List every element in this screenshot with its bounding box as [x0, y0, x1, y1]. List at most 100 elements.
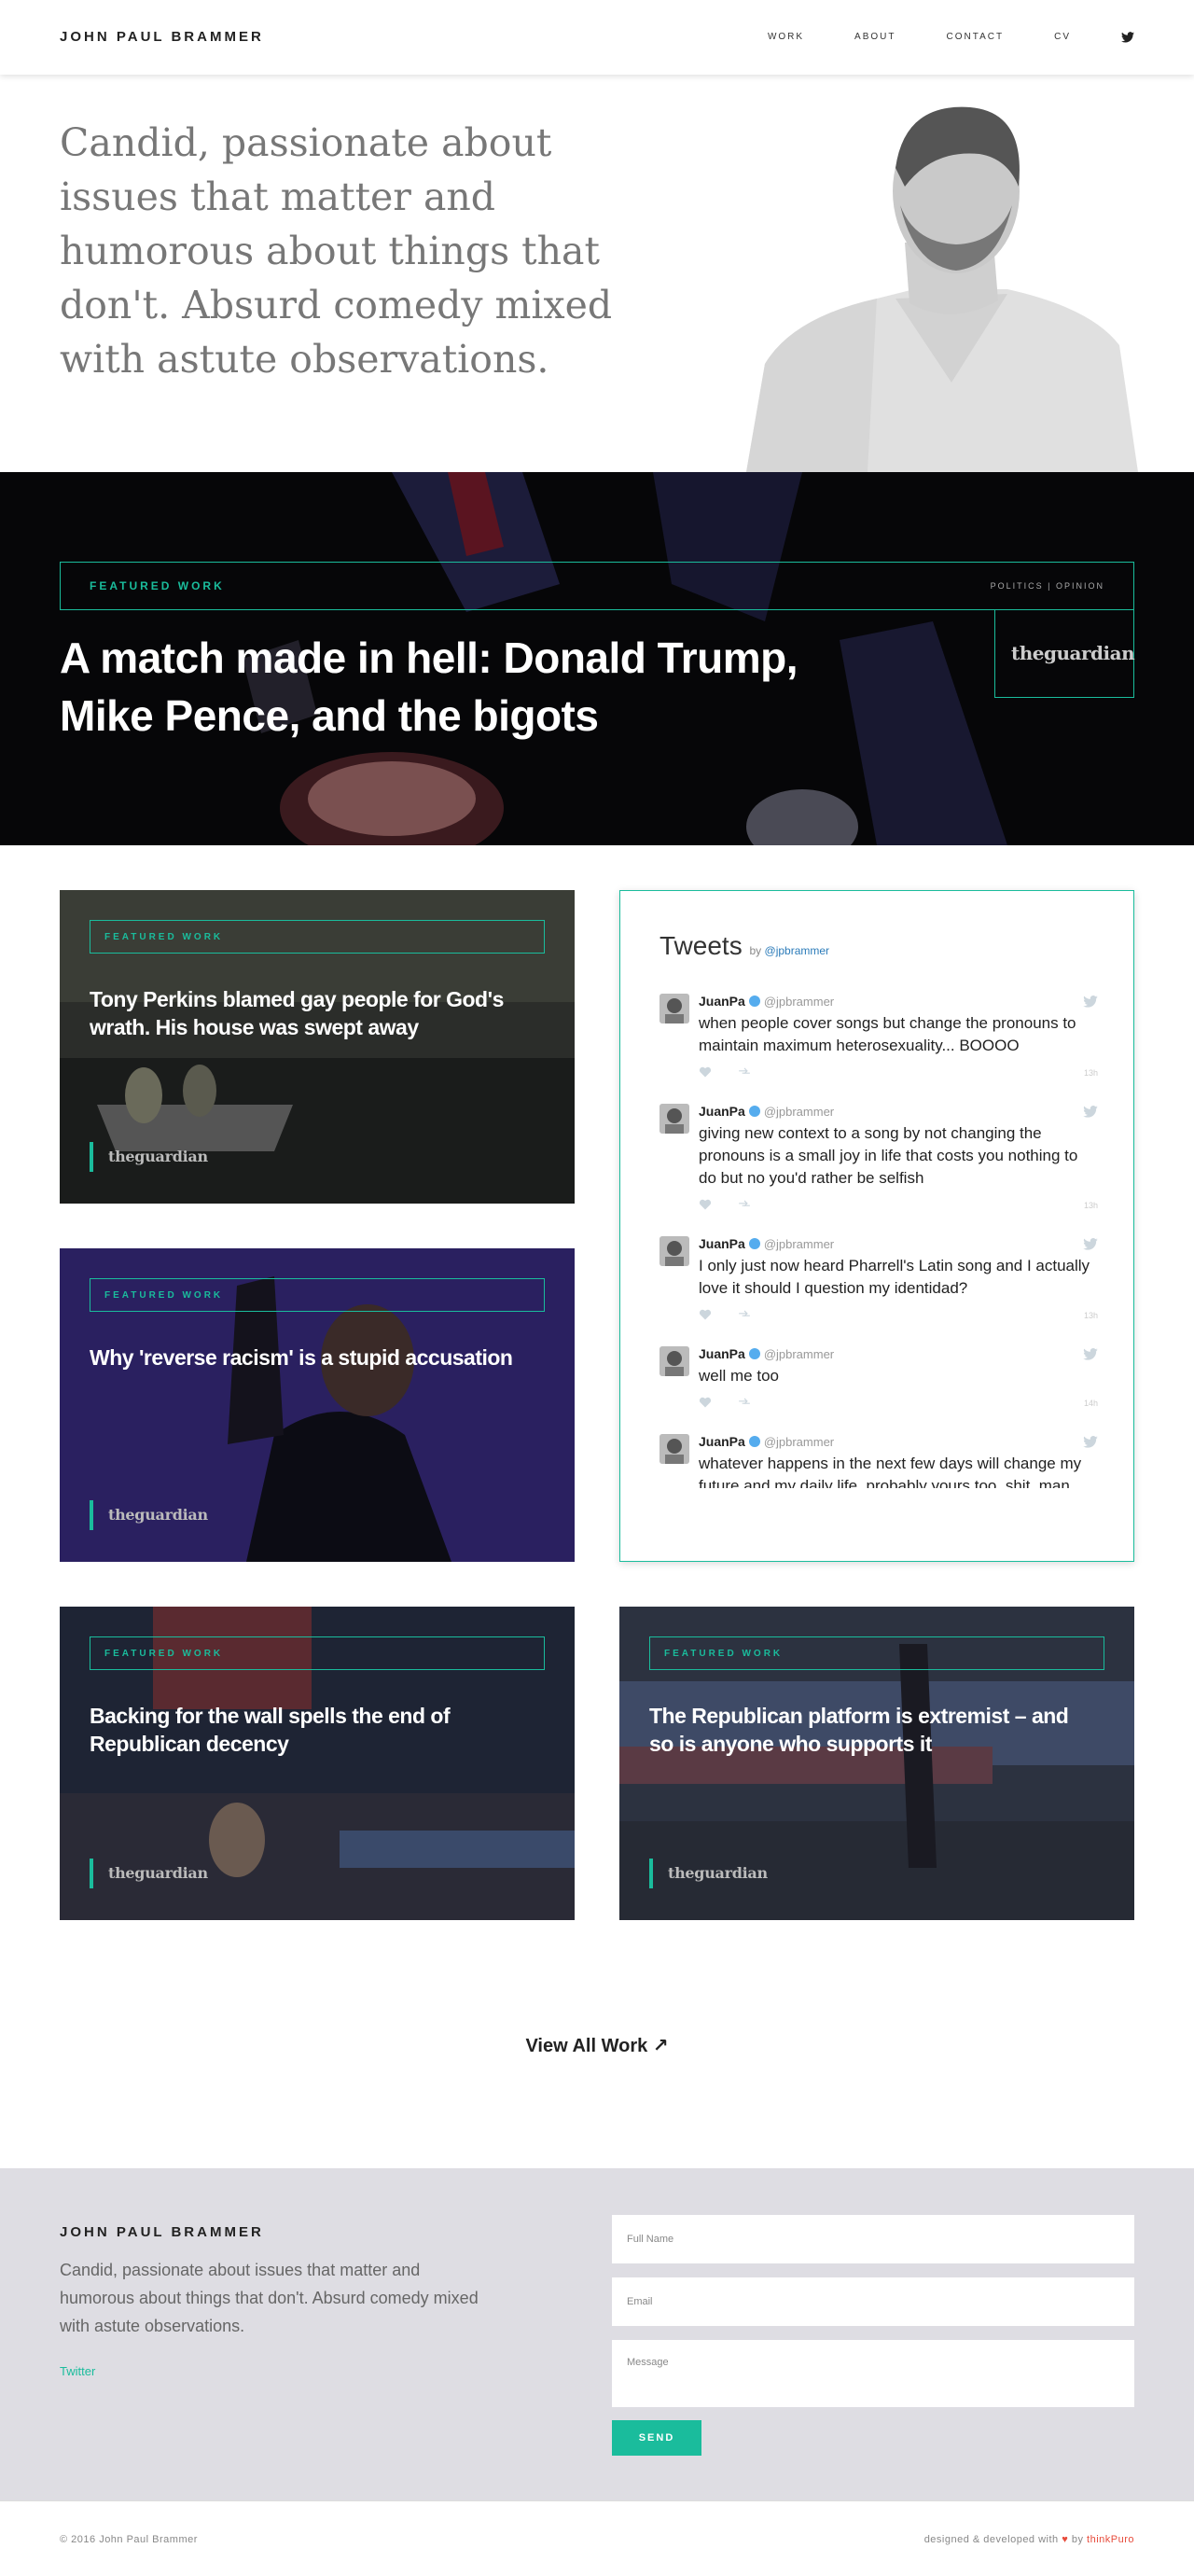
- card-accent-bar: [649, 1859, 653, 1888]
- verified-icon: [748, 1348, 760, 1359]
- card-tag: FEATURED WORK: [104, 1649, 224, 1659]
- twitter-bird-icon[interactable]: [1083, 1348, 1098, 1360]
- avatar[interactable]: [659, 994, 689, 1023]
- like-icon[interactable]: [699, 1397, 712, 1408]
- tweets-header: Tweets by @jpbrammer: [659, 931, 829, 961]
- tweet-handle[interactable]: @jpbrammer: [764, 995, 834, 1009]
- nav-contact[interactable]: CONTACT: [947, 32, 1005, 42]
- nav-about[interactable]: ABOUT: [854, 32, 896, 42]
- verified-icon: [748, 1106, 760, 1117]
- tweet-text: well me too: [699, 1367, 779, 1385]
- share-icon[interactable]: [738, 1397, 751, 1408]
- tweet-handle[interactable]: @jpbrammer: [764, 1237, 834, 1251]
- featured-banner[interactable]: FEATURED WORK POLITICS | OPINION A match…: [0, 472, 1194, 845]
- like-icon[interactable]: [699, 1199, 712, 1210]
- work-card[interactable]: FEATURED WORK Why 'reverse racism' is a …: [60, 1248, 575, 1562]
- credit-prefix: designed & developed with: [923, 2534, 1059, 2545]
- avatar[interactable]: [659, 1104, 689, 1134]
- contact-footer: JOHN PAUL BRAMMER Candid, passionate abo…: [0, 2168, 1194, 2500]
- send-button[interactable]: SEND: [612, 2420, 701, 2456]
- portrait-image: [746, 106, 1138, 472]
- card-accent-bar: [90, 1142, 93, 1172]
- avatar[interactable]: [659, 1434, 689, 1464]
- footer-twitter-link[interactable]: Twitter: [60, 2364, 95, 2378]
- twitter-bird-icon[interactable]: [1083, 1436, 1098, 1448]
- tweet-author[interactable]: JuanPa: [699, 1104, 745, 1119]
- email-field[interactable]: Email: [612, 2277, 1134, 2326]
- twitter-bird-icon[interactable]: [1083, 996, 1098, 1008]
- guardian-logo: theguardian: [108, 1506, 208, 1524]
- card-tag: FEATURED WORK: [104, 1290, 224, 1301]
- card-title[interactable]: The Republican platform is extremist – a…: [649, 1702, 1088, 1758]
- tweet-author[interactable]: JuanPa: [699, 1434, 745, 1449]
- avatar[interactable]: [659, 1346, 689, 1376]
- tweet-time[interactable]: 13h: [1084, 1201, 1098, 1210]
- card-title[interactable]: Why 'reverse racism' is a stupid accusat…: [90, 1344, 528, 1372]
- twitter-bird-icon[interactable]: [1083, 1238, 1098, 1250]
- guardian-logo: theguardian: [108, 1148, 208, 1165]
- guardian-logo: theguardian: [108, 1864, 208, 1882]
- avatar[interactable]: [659, 1236, 689, 1266]
- twitter-icon[interactable]: [1121, 31, 1134, 43]
- guardian-logo: theguardian: [1011, 642, 1135, 664]
- tweet-time[interactable]: 14h: [1084, 1399, 1098, 1408]
- site-header: JOHN PAUL BRAMMER WORK ABOUT CONTACT CV: [0, 0, 1194, 75]
- copyright: © 2016 John Paul Brammer: [60, 2534, 198, 2545]
- like-icon[interactable]: [699, 1066, 712, 1078]
- tweet-handle[interactable]: @jpbrammer: [764, 1435, 834, 1449]
- tweet-item[interactable]: JuanPa @jpbrammer giving new context to a…: [659, 1104, 1098, 1218]
- tweet-time[interactable]: 13h: [1084, 1311, 1098, 1320]
- tweet-text: giving new context to a song by not chan…: [699, 1124, 1078, 1187]
- work-card[interactable]: FEATURED WORK Tony Perkins blamed gay pe…: [60, 890, 575, 1204]
- tweets-list[interactable]: JuanPa @jpbrammer when people cover songs…: [659, 994, 1098, 1488]
- like-icon[interactable]: [699, 1309, 712, 1320]
- card-accent-bar: [90, 1859, 93, 1888]
- card-accent-bar: [90, 1500, 93, 1530]
- card-title[interactable]: Tony Perkins blamed gay people for God's…: [90, 985, 528, 1041]
- heart-icon: ♥: [1062, 2534, 1069, 2545]
- tweet-item[interactable]: JuanPa @jpbrammer whatever happens in the…: [659, 1434, 1098, 1488]
- card-tag: FEATURED WORK: [104, 932, 224, 942]
- share-icon[interactable]: [738, 1066, 751, 1078]
- message-field[interactable]: Message: [612, 2340, 1134, 2407]
- bottom-bar: © 2016 John Paul Brammer designed & deve…: [0, 2500, 1194, 2576]
- banner-title[interactable]: A match made in hell: Donald Trump, Mike…: [60, 629, 862, 745]
- guardian-logo: theguardian: [668, 1864, 768, 1882]
- banner-category: POLITICS | OPINION: [990, 581, 1104, 591]
- tweet-item[interactable]: JuanPa @jpbrammer well me too 14h: [659, 1346, 1098, 1415]
- banner-source-box: theguardian: [994, 610, 1135, 698]
- tweet-item[interactable]: JuanPa @jpbrammer when people cover songs…: [659, 994, 1098, 1085]
- work-card[interactable]: FEATURED WORK Backing for the wall spell…: [60, 1607, 575, 1920]
- full-name-field[interactable]: Full Name: [612, 2215, 1134, 2263]
- share-icon[interactable]: [738, 1199, 751, 1210]
- site-logo[interactable]: JOHN PAUL BRAMMER: [60, 29, 264, 45]
- tweet-handle[interactable]: @jpbrammer: [764, 1105, 834, 1119]
- footer-name: JOHN PAUL BRAMMER: [60, 2224, 264, 2240]
- view-all-work-link[interactable]: View All Work ↗: [525, 2034, 668, 2057]
- nav-cv[interactable]: CV: [1054, 32, 1071, 42]
- tweet-author[interactable]: JuanPa: [699, 994, 745, 1009]
- hero-tagline: Candid, passionate about issues that mat…: [60, 120, 613, 382]
- tweet-text: whatever happens in the next few days wi…: [699, 1455, 1082, 1488]
- card-title[interactable]: Backing for the wall spells the end of R…: [90, 1702, 528, 1758]
- tweets-by: by: [749, 944, 762, 957]
- tweet-author[interactable]: JuanPa: [699, 1236, 745, 1251]
- share-icon[interactable]: [738, 1309, 751, 1320]
- tweet-text: I only just now heard Pharrell's Latin s…: [699, 1257, 1090, 1297]
- tweets-title: Tweets: [659, 931, 743, 960]
- hero-section: Candid, passionate about issues that mat…: [0, 75, 1194, 472]
- work-card[interactable]: FEATURED WORK The Republican platform is…: [619, 1607, 1134, 1920]
- tweet-time[interactable]: 13h: [1084, 1068, 1098, 1078]
- card-tag: FEATURED WORK: [664, 1649, 784, 1659]
- tweets-handle-link[interactable]: @jpbrammer: [765, 944, 830, 957]
- credit-brand-link[interactable]: thinkPuro: [1087, 2534, 1134, 2545]
- nav-work[interactable]: WORK: [768, 32, 804, 42]
- footer-description: Candid, passionate about issues that mat…: [60, 2261, 479, 2335]
- tweet-handle[interactable]: @jpbrammer: [764, 1347, 834, 1361]
- tweet-item[interactable]: JuanPa @jpbrammer I only just now heard P…: [659, 1236, 1098, 1328]
- view-all-work-section: View All Work ↗: [0, 2034, 1194, 2057]
- twitter-timeline-widget: Tweets by @jpbrammer JuanPa @jpbrammer wh…: [619, 890, 1134, 1562]
- twitter-bird-icon[interactable]: [1083, 1106, 1098, 1118]
- verified-icon: [748, 1238, 760, 1249]
- tweet-author[interactable]: JuanPa: [699, 1346, 745, 1361]
